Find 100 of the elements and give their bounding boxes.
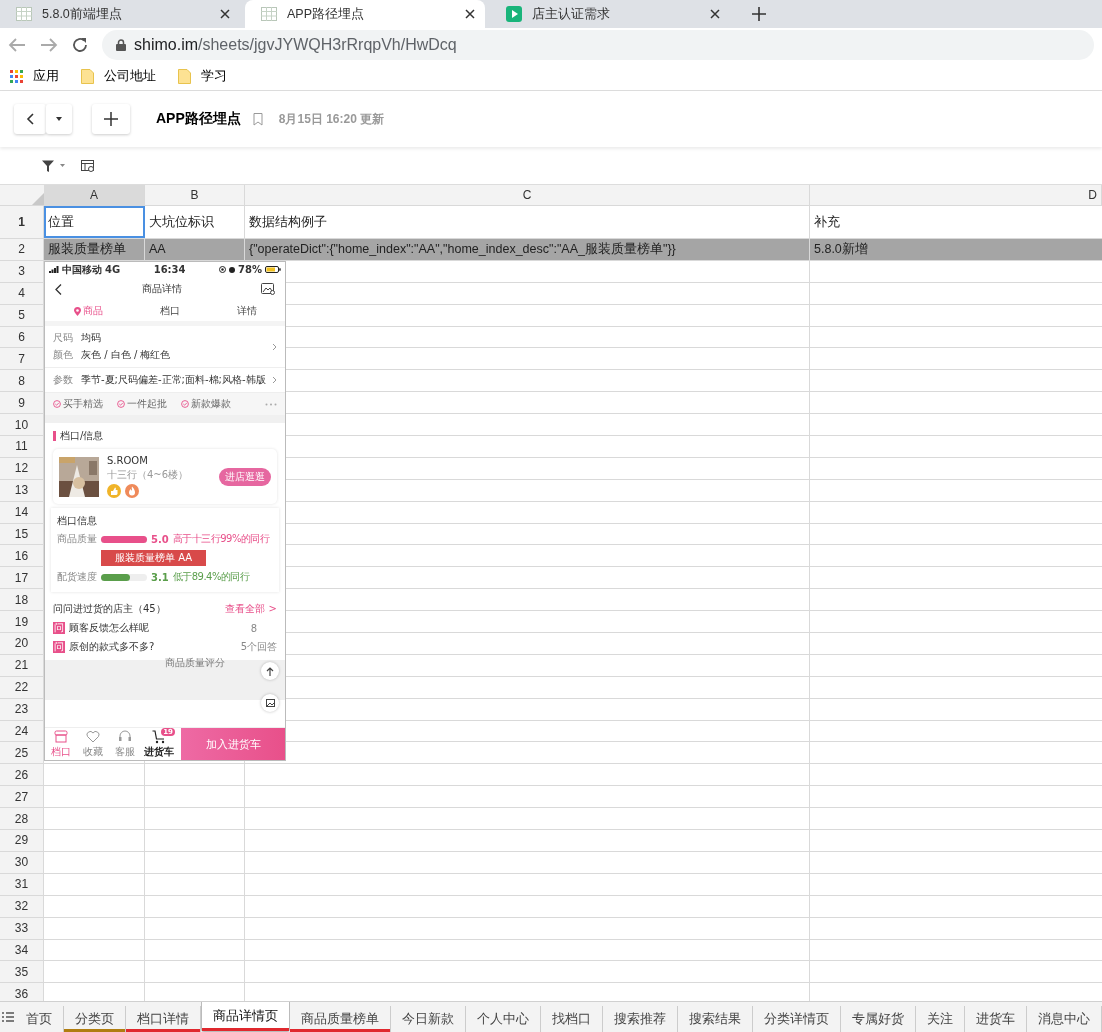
- new-tab-icon[interactable]: [752, 7, 766, 21]
- view-all-link[interactable]: 查看全部 >: [225, 602, 277, 616]
- row-header[interactable]: 29: [0, 830, 44, 851]
- service-label: 买手精选: [63, 397, 103, 411]
- bookmark[interactable]: 应用: [10, 67, 59, 85]
- row-header[interactable]: 8: [0, 370, 44, 392]
- row-header[interactable]: 22: [0, 676, 44, 698]
- table-cell[interactable]: AA: [145, 239, 245, 260]
- table-cell[interactable]: 5.8.0新增: [810, 239, 1102, 260]
- back-icon[interactable]: [55, 283, 62, 295]
- close-icon[interactable]: [220, 9, 230, 19]
- sheet-tab[interactable]: 找档口: [541, 1006, 603, 1032]
- row-header[interactable]: 23: [0, 698, 44, 720]
- attribute-row[interactable]: 尺码 均码 颜色 灰色 / 白色 / 梅红色: [45, 326, 285, 368]
- row-header[interactable]: 3: [0, 260, 44, 282]
- row-header[interactable]: 36: [0, 983, 44, 1001]
- sheet-tab[interactable]: 进货车: [965, 1006, 1027, 1032]
- metric-comparison: 低于89.4%的同行: [172, 570, 250, 584]
- sheet-tab[interactable]: 首页: [15, 1006, 64, 1032]
- row-header[interactable]: 13: [0, 479, 44, 501]
- bookmark[interactable]: 公司地址: [81, 67, 156, 85]
- row-header[interactable]: 32: [0, 895, 44, 917]
- table-cell[interactable]: 数据结构例子: [245, 206, 810, 238]
- row-header[interactable]: 16: [0, 545, 44, 567]
- close-icon[interactable]: [465, 9, 475, 19]
- row-header[interactable]: 6: [0, 326, 44, 348]
- table-view-icon[interactable]: [81, 159, 95, 172]
- folder-icon: [178, 68, 191, 84]
- row-header[interactable]: 15: [0, 523, 44, 545]
- caret-icon[interactable]: [60, 164, 65, 167]
- cart-icon: [152, 729, 166, 744]
- row-header[interactable]: 19: [0, 611, 44, 633]
- sheet-tab[interactable]: 档口详情: [126, 1006, 201, 1032]
- bookmark-icon[interactable]: [252, 112, 263, 126]
- spreadsheet-icon: [16, 7, 32, 21]
- check-circle-icon: [53, 400, 61, 408]
- row-header[interactable]: 33: [0, 917, 44, 939]
- row-header[interactable]: 9: [0, 392, 44, 414]
- filter-icon[interactable]: [42, 159, 54, 172]
- row-header[interactable]: 1: [0, 206, 44, 238]
- sheet-tab[interactable]: 商品详情页: [201, 1002, 290, 1032]
- row-header[interactable]: 11: [0, 436, 44, 457]
- image-button[interactable]: [261, 694, 279, 712]
- apps-icon: [10, 69, 23, 83]
- page-tab[interactable]: 详情: [236, 304, 257, 318]
- table-cell[interactable]: 服装质量榜单: [44, 239, 145, 260]
- play-icon: [506, 6, 522, 22]
- row-header[interactable]: 30: [0, 851, 44, 873]
- sheet-tab[interactable]: 专属好货: [841, 1006, 916, 1032]
- image-share-icon[interactable]: [261, 283, 275, 295]
- page-tab[interactable]: 商品: [73, 304, 103, 318]
- question-text[interactable]: 原创的款式多不多?: [69, 640, 237, 654]
- row-header[interactable]: 34: [0, 939, 44, 961]
- row-header[interactable]: 26: [0, 764, 44, 786]
- table-cell[interactable]: 位置: [44, 206, 145, 238]
- close-icon[interactable]: [710, 9, 720, 19]
- row-header[interactable]: 21: [0, 654, 44, 676]
- table-cell[interactable]: 补充: [810, 206, 1102, 238]
- table-cell[interactable]: {"operateDict":{"home_index":"AA","home_index_desc":"AA_服装质量榜单"}}: [245, 239, 810, 260]
- row-header[interactable]: 17: [0, 567, 44, 589]
- column-header[interactable]: A: [44, 185, 145, 205]
- reload-icon[interactable]: [72, 37, 88, 53]
- sheet-tab[interactable]: 个人中心: [466, 1006, 541, 1032]
- sheet-tab[interactable]: 分类详情页: [753, 1006, 841, 1032]
- bookmark[interactable]: 学习: [178, 67, 227, 85]
- store-location: 十三行（4~6楼）: [107, 468, 190, 482]
- row-header[interactable]: 14: [0, 501, 44, 523]
- row-header[interactable]: 7: [0, 348, 44, 370]
- row-header[interactable]: 28: [0, 808, 44, 830]
- question-text[interactable]: 顾客反馈怎么样呢: [69, 621, 247, 635]
- row-header[interactable]: 25: [0, 742, 44, 764]
- table-cell[interactable]: 大坑位标识: [145, 206, 245, 238]
- sheet-tab[interactable]: 搜索结果: [678, 1006, 753, 1032]
- sheet-tab[interactable]: 商品质量榜单: [290, 1006, 391, 1032]
- list-menu-icon[interactable]: [1, 1012, 14, 1022]
- row-header[interactable]: 20: [0, 633, 44, 654]
- sheet-tab[interactable]: 关注: [916, 1006, 965, 1032]
- sheet-tab[interactable]: 搜索推荐: [603, 1006, 678, 1032]
- row-header[interactable]: 35: [0, 961, 44, 983]
- bottom-nav-item[interactable]: 收藏: [77, 728, 109, 760]
- row-header[interactable]: 18: [0, 589, 44, 611]
- back-button[interactable]: [14, 104, 46, 134]
- row-header[interactable]: 24: [0, 720, 44, 742]
- row-header[interactable]: 10: [0, 414, 44, 435]
- sheet-tab[interactable]: 消息中心: [1027, 1006, 1102, 1032]
- sheet-tab[interactable]: 分类页: [64, 1006, 126, 1032]
- page-tab[interactable]: 档口: [159, 304, 180, 318]
- bottom-nav-item[interactable]: 档口: [45, 728, 77, 760]
- address-bar[interactable]: shimo.im/sheets/jgvJYWQH3rRrqpVh/HwDcq: [102, 30, 1094, 60]
- browser-tab[interactable]: APP路径埋点: [245, 0, 485, 28]
- row-header[interactable]: 5: [0, 304, 44, 326]
- row-header[interactable]: 27: [0, 786, 44, 808]
- row-header[interactable]: 2: [0, 239, 44, 260]
- row-header[interactable]: 4: [0, 282, 44, 304]
- questions-title: 问问进过货的店主（45）: [53, 602, 166, 616]
- bottom-nav-item[interactable]: 客服: [109, 728, 141, 760]
- add-button[interactable]: [92, 104, 130, 134]
- row-header[interactable]: 31: [0, 873, 44, 895]
- row-header[interactable]: 12: [0, 457, 44, 479]
- sheet-tab[interactable]: 今日新款: [391, 1006, 466, 1032]
